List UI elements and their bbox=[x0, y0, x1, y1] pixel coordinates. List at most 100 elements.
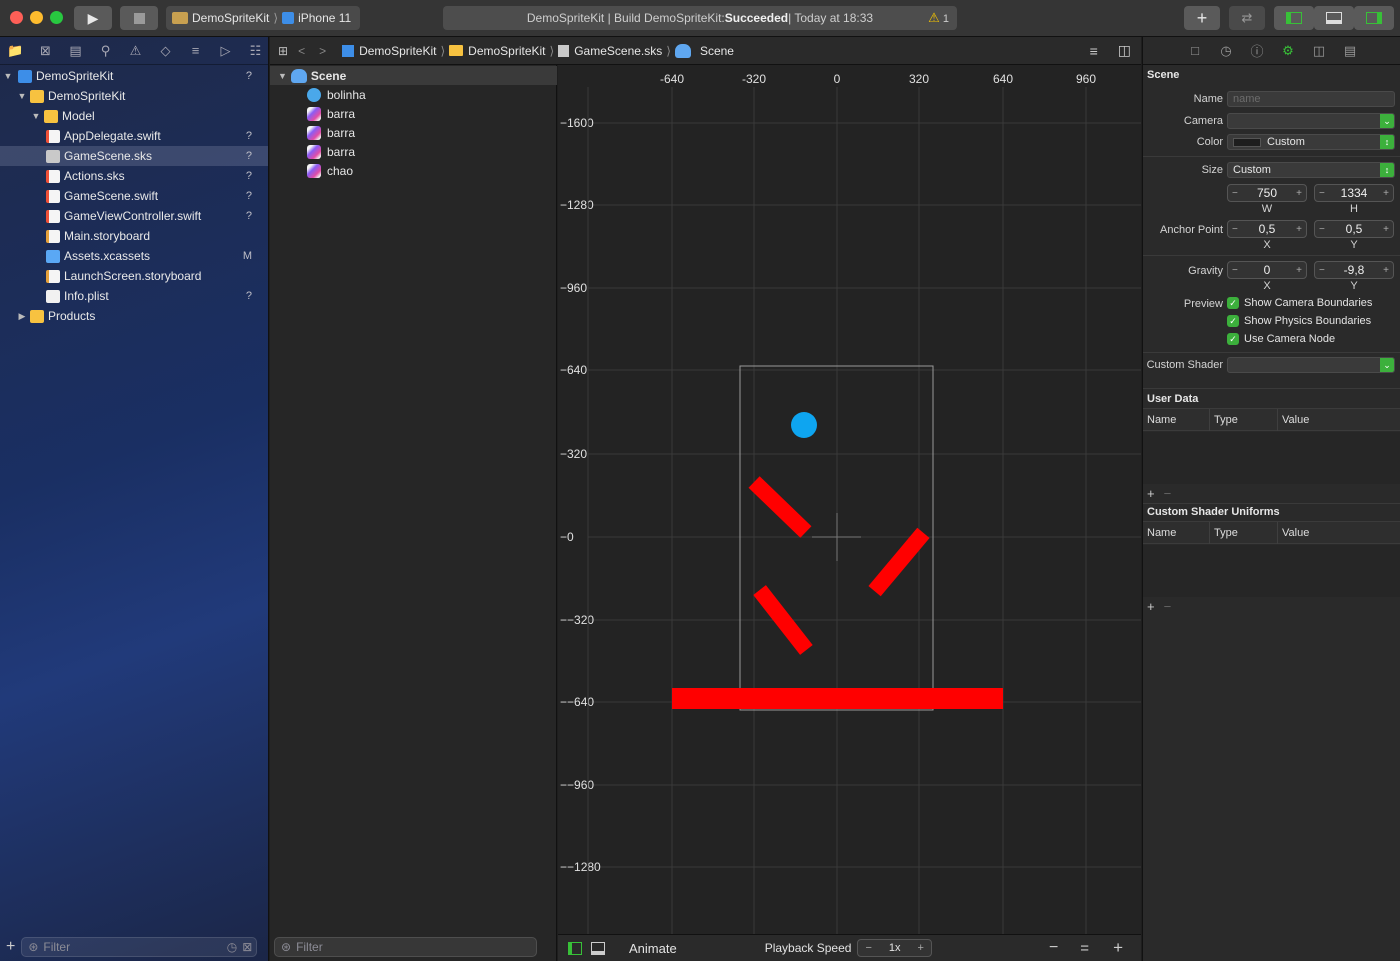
toggle-action-editor-icon[interactable] bbox=[591, 941, 605, 955]
remove-icon[interactable]: − bbox=[1164, 486, 1172, 501]
size-popup[interactable]: Custom ↕ bbox=[1227, 162, 1395, 178]
zoom-reset-icon[interactable]: = bbox=[1080, 940, 1089, 957]
report-icon[interactable]: ☷ bbox=[246, 43, 265, 59]
library-button[interactable]: + bbox=[1184, 6, 1220, 30]
gravity-y-value[interactable]: -9,8 bbox=[1344, 263, 1365, 277]
related-items-icon[interactable]: ⊞ bbox=[278, 44, 288, 58]
anchor-y-stepper[interactable]: − 0,5 + bbox=[1314, 220, 1394, 238]
use-camera-node-checkbox[interactable]: ✓ Use Camera Node bbox=[1227, 333, 1335, 345]
outline-node[interactable]: barra bbox=[270, 142, 557, 161]
column-value[interactable]: Value bbox=[1282, 527, 1309, 539]
tree-item-file[interactable]: Info.plist ? bbox=[0, 286, 268, 306]
symbol-icon[interactable]: ▤ bbox=[66, 43, 85, 59]
width-value[interactable]: 750 bbox=[1257, 186, 1277, 200]
remove-icon[interactable]: − bbox=[1164, 599, 1172, 614]
disclosure-open-icon[interactable]: ▼ bbox=[30, 111, 42, 121]
zoom-in-icon[interactable]: + bbox=[1113, 938, 1123, 958]
outline-node[interactable]: chao bbox=[270, 161, 557, 180]
decrement-icon[interactable]: − bbox=[1232, 224, 1238, 235]
tree-item-file[interactable]: Assets.xcassets M bbox=[0, 246, 268, 266]
toggle-inspector-button[interactable] bbox=[1354, 6, 1394, 30]
destination-name[interactable]: iPhone 11 bbox=[298, 11, 351, 25]
uniforms-table-body[interactable] bbox=[1143, 545, 1400, 597]
increment-icon[interactable]: + bbox=[1296, 188, 1302, 199]
height-value[interactable]: 1334 bbox=[1341, 186, 1368, 200]
breadcrumb-file[interactable]: GameScene.sks bbox=[558, 44, 662, 58]
test-diamond-icon[interactable]: ◇ bbox=[156, 43, 175, 59]
tree-item-file[interactable]: Main.storyboard bbox=[0, 226, 268, 246]
increment-icon[interactable]: + bbox=[1383, 188, 1389, 199]
outline-node[interactable]: barra bbox=[270, 123, 557, 142]
add-icon[interactable]: + bbox=[1147, 486, 1155, 501]
increment-icon[interactable]: + bbox=[1296, 224, 1302, 235]
animate-button[interactable]: Animate bbox=[629, 941, 677, 956]
toggle-debug-area-button[interactable] bbox=[1314, 6, 1354, 30]
scheme-name[interactable]: DemoSpriteKit bbox=[192, 11, 269, 25]
source-control-filter-icon[interactable]: ⊠ bbox=[242, 940, 252, 954]
scene-editor-canvas[interactable]: -640 -320 0 320 640 960 −1600 −1280 −960 −640 −320… bbox=[558, 65, 1141, 934]
stop-button[interactable] bbox=[120, 6, 158, 30]
breadcrumb-scene[interactable]: Scene bbox=[674, 43, 734, 58]
file-inspector-icon[interactable]: □ bbox=[1187, 43, 1203, 58]
height-stepper[interactable]: − 1334 + bbox=[1314, 184, 1394, 202]
attributes-inspector-icon[interactable]: ⚙ bbox=[1280, 43, 1296, 59]
back-icon[interactable]: < bbox=[298, 44, 305, 58]
decrement-icon[interactable]: − bbox=[1319, 224, 1325, 235]
outline-root-row[interactable]: ▼ Scene bbox=[270, 66, 557, 85]
recent-files-icon[interactable]: ◷ bbox=[227, 940, 237, 954]
toggle-navigator-button[interactable] bbox=[1274, 6, 1314, 30]
anchor-x-value[interactable]: 0,5 bbox=[1259, 222, 1276, 236]
tree-item-products-folder[interactable]: ▶ Products bbox=[0, 306, 268, 326]
increase-speed-icon[interactable]: + bbox=[911, 942, 931, 954]
tree-item-project[interactable]: ▼ DemoSpriteKit ? bbox=[0, 66, 268, 86]
navigator-filter-field[interactable]: ⊛ Filter ◷ ⊠ bbox=[21, 937, 258, 957]
playback-speed-stepper[interactable]: − 1x + bbox=[857, 939, 932, 957]
custom-shader-popup[interactable]: ⌄ bbox=[1227, 357, 1395, 373]
disclosure-open-icon[interactable]: ▼ bbox=[16, 91, 28, 101]
document-items-icon[interactable]: ≡ bbox=[1090, 43, 1098, 59]
color-popup[interactable]: Custom ↕ bbox=[1227, 134, 1395, 150]
run-button[interactable]: ▶ bbox=[74, 6, 112, 30]
user-data-table-body[interactable] bbox=[1143, 432, 1400, 484]
forward-icon[interactable]: > bbox=[319, 44, 326, 58]
add-icon[interactable]: + bbox=[1147, 599, 1155, 614]
toggle-outline-icon[interactable] bbox=[568, 941, 582, 955]
camera-popup[interactable]: ⌄ bbox=[1227, 113, 1395, 129]
decrement-icon[interactable]: − bbox=[1319, 265, 1325, 276]
add-icon[interactable]: + bbox=[6, 938, 15, 956]
scene-canvas-svg[interactable]: -640 -320 0 320 640 960 −1600 −1280 −960 −640 −320… bbox=[558, 65, 1141, 934]
decrement-icon[interactable]: − bbox=[1232, 188, 1238, 199]
zoom-window-button[interactable] bbox=[50, 11, 63, 24]
scheme-selector[interactable]: DemoSpriteKit ⟩ iPhone 11 bbox=[166, 6, 360, 30]
folder-icon[interactable]: 📁 bbox=[6, 43, 25, 59]
add-editor-icon[interactable]: ◫ bbox=[1118, 42, 1131, 59]
disclosure-closed-icon[interactable]: ▶ bbox=[16, 311, 28, 322]
color-swatch[interactable] bbox=[1233, 137, 1261, 147]
disclosure-open-icon[interactable]: ▼ bbox=[278, 71, 287, 81]
outline-filter-field[interactable]: ⊛ Filter bbox=[274, 937, 538, 957]
issue-warning-icon[interactable]: ⚠ bbox=[126, 43, 145, 59]
identity-card-icon[interactable]: ◫ bbox=[1311, 43, 1327, 59]
disclosure-open-icon[interactable]: ▼ bbox=[2, 71, 14, 81]
zoom-out-icon[interactable]: − bbox=[1049, 939, 1058, 957]
outline-node[interactable]: barra bbox=[270, 104, 557, 123]
minimize-window-button[interactable] bbox=[30, 11, 43, 24]
warning-indicator[interactable]: ⚠ 1 bbox=[928, 10, 949, 26]
breadcrumb-project[interactable]: DemoSpriteKit bbox=[342, 44, 436, 58]
gravity-x-stepper[interactable]: − 0 + bbox=[1227, 261, 1307, 279]
show-camera-boundaries-checkbox[interactable]: ✓ Show Camera Boundaries bbox=[1227, 297, 1372, 309]
close-window-button[interactable] bbox=[10, 11, 23, 24]
decrement-icon[interactable]: − bbox=[1232, 265, 1238, 276]
increment-icon[interactable]: + bbox=[1383, 265, 1389, 276]
history-icon[interactable]: ◷ bbox=[1218, 43, 1234, 59]
increment-icon[interactable]: + bbox=[1296, 265, 1302, 276]
source-control-icon[interactable]: ⊠ bbox=[36, 43, 55, 59]
show-physics-boundaries-checkbox[interactable]: ✓ Show Physics Boundaries bbox=[1227, 315, 1371, 327]
breadcrumb-group[interactable]: DemoSpriteKit bbox=[449, 44, 546, 58]
name-field[interactable]: name bbox=[1227, 91, 1395, 107]
gravity-y-stepper[interactable]: − -9,8 + bbox=[1314, 261, 1394, 279]
tree-item-group[interactable]: ▼ DemoSpriteKit bbox=[0, 86, 268, 106]
anchor-y-value[interactable]: 0,5 bbox=[1346, 222, 1363, 236]
column-value[interactable]: Value bbox=[1282, 414, 1309, 426]
gravity-x-value[interactable]: 0 bbox=[1264, 263, 1271, 277]
